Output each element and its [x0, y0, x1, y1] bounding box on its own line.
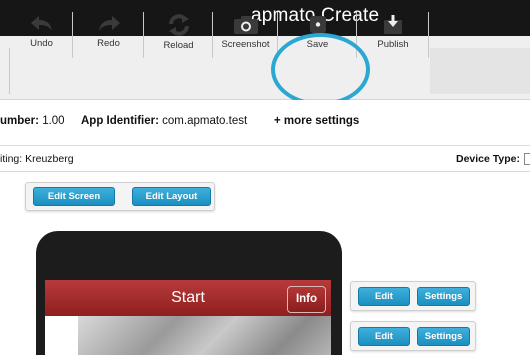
reload-label: Reload: [163, 40, 194, 51]
app-info-row: umber: 1.00 App Identifier: com.apmato.t…: [0, 100, 530, 146]
publish-label: Publish: [377, 39, 409, 50]
toolbar-left-edge: [0, 48, 10, 94]
element-edit-button[interactable]: Edit: [358, 287, 410, 306]
element-button-group: Edit Settings: [350, 281, 476, 311]
phone-background-image: [78, 316, 331, 355]
screenshot-label: Screenshot: [221, 39, 270, 50]
more-settings-link[interactable]: + more settings: [274, 115, 359, 127]
device-type-label: Device Type:: [456, 153, 520, 165]
undo-button[interactable]: Undo: [11, 12, 73, 58]
undo-label: Undo: [30, 38, 53, 49]
publish-icon: [384, 15, 402, 34]
editing-row: iting: Kreuzberg Device Type:: [0, 147, 530, 172]
app-identifier-label: App Identifier:: [81, 115, 159, 127]
save-icon: [309, 16, 326, 33]
toolbar-empty-area: [430, 48, 530, 94]
edit-layout-button[interactable]: Edit Layout: [132, 187, 211, 206]
save-highlight-circle: [271, 33, 370, 106]
editing-value: Kreuzberg: [25, 153, 74, 165]
undo-icon: [30, 16, 52, 31]
phone-info-button[interactable]: Info: [287, 286, 326, 313]
publish-button[interactable]: Publish: [358, 12, 429, 58]
screenshot-button[interactable]: Screenshot: [214, 12, 278, 58]
edit-screen-button[interactable]: Edit Screen: [33, 187, 115, 206]
element-settings-button[interactable]: Settings: [417, 287, 470, 306]
redo-label: Redo: [97, 38, 120, 49]
reload-button[interactable]: Reload: [145, 12, 213, 58]
element-settings-button[interactable]: Settings: [417, 327, 470, 346]
screen-button-group: Edit Screen Edit Layout: [25, 182, 215, 211]
element-button-group: Edit Settings: [350, 321, 476, 351]
device-type-select[interactable]: [524, 153, 530, 165]
reload-icon: [168, 14, 189, 36]
redo-button[interactable]: Redo: [74, 12, 144, 58]
app-identifier-value: com.apmato.test: [162, 115, 248, 127]
number-label: umber:: [0, 115, 39, 127]
camera-icon: [233, 16, 258, 34]
element-edit-button[interactable]: Edit: [358, 327, 410, 346]
editing-label: iting:: [0, 153, 23, 165]
redo-icon: [98, 16, 120, 31]
number-value: 1.00: [42, 115, 65, 127]
